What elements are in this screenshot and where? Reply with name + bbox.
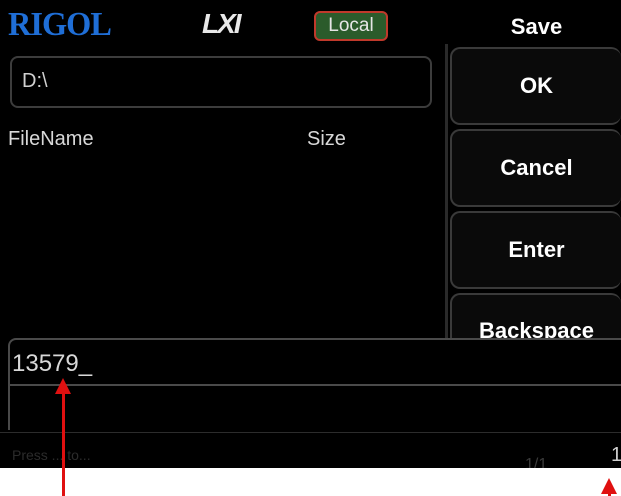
brand-logo: RIGOL [8,6,112,43]
keyboard-row [8,384,621,430]
cancel-button[interactable]: Cancel [450,129,621,207]
annotation-arrow-line [62,392,65,496]
cancel-button-label: Cancel [500,155,573,180]
current-path: D:\ [22,70,48,92]
enter-button[interactable]: Enter [450,211,621,289]
column-header-size: Size [307,128,346,150]
page-indicator: 1/1 [525,456,548,468]
lxi-icon: LXI [202,8,242,39]
ok-button[interactable]: OK [450,47,621,125]
enter-button-label: Enter [508,237,565,262]
ok-button-label: OK [520,73,553,98]
column-header-filename: FileName [8,128,94,150]
divider [445,44,448,344]
filename-input-value: 13579_ [12,350,93,377]
annotation-arrow-line [608,492,611,496]
help-hint-text: Press ... to... [12,447,91,463]
menu-title: Save [510,14,563,39]
edge-digit: 1 [611,444,621,466]
path-display [10,56,432,108]
instrument-screen: RIGOL LXI Local Save D:\ FileName Size O… [0,0,621,468]
local-mode-badge: Local [314,11,388,41]
filename-input-field[interactable] [8,338,621,384]
status-bar: RIGOL LXI Local Save [0,0,621,46]
